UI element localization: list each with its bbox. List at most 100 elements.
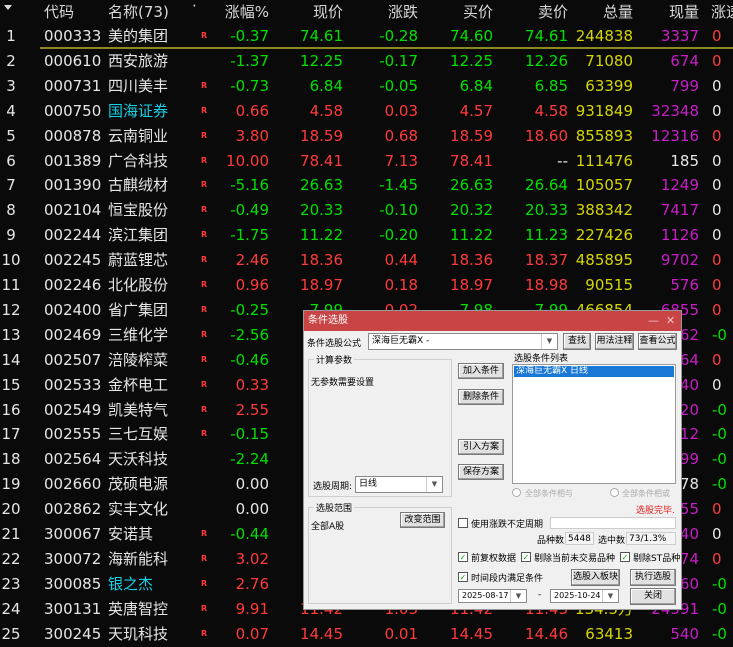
table-row[interactable]: 10 002245 蔚蓝锂芯 R 2.46 18.36 0.44 18.36 18.37 4858… — [0, 248, 733, 273]
current-volume: 674 — [670, 51, 699, 70]
row-number: 25 — [1, 624, 21, 643]
date-to-value: 2025-10-24 — [554, 591, 601, 600]
table-row[interactable]: 9 002244 滨江集团 R -1.75 11.22 -0.20 11.22 11.23 227… — [0, 223, 733, 248]
find-button[interactable]: 查找 — [563, 333, 591, 350]
rise-speed: 0 — [712, 375, 722, 394]
execute-button[interactable]: 执行选股 — [630, 569, 676, 586]
exclude-st-checkbox[interactable]: ✓ — [620, 552, 630, 562]
table-row[interactable]: 8 002104 恒宝股份 R -0.49 20.33 -0.10 20.32 20.33 388… — [0, 198, 733, 223]
table-row[interactable]: 25 300245 天玑科技 R 0.07 14.45 0.01 14.45 14.46 6341… — [0, 622, 733, 647]
scope-group-label: 选股范围 — [314, 501, 355, 514]
table-row[interactable]: 2 000610 西安旅游 -1.37 12.25 -0.17 12.25 12.26 7108… — [0, 49, 733, 74]
use-period-checkbox[interactable] — [458, 518, 468, 528]
row-number: 20 — [1, 500, 21, 519]
cell-bid: 6.84 — [459, 76, 493, 95]
stock-code: 002564 — [44, 450, 102, 469]
view-formula-button[interactable]: 查看公式 — [638, 333, 677, 350]
delete-condition-button[interactable]: 删除条件 — [458, 389, 504, 405]
col-header-chg[interactable]: 涨跌 — [355, 0, 418, 24]
change-percent: -0.44 — [230, 525, 269, 543]
import-plan-button[interactable]: 引入方案 — [458, 439, 504, 455]
close-button[interactable]: 关闭 — [630, 588, 676, 605]
table-row[interactable]: 11 002246 北化股份 R 0.96 18.97 0.18 18.97 18.98 9051… — [0, 273, 733, 298]
save-plan-button[interactable]: 保存方案 — [458, 464, 504, 480]
dialog-title: 条件选股 — [308, 315, 348, 326]
change-scope-button[interactable]: 改变范围 — [400, 512, 445, 528]
change-percent: -5.16 — [230, 176, 269, 195]
cell-price: 11.22 — [300, 226, 343, 245]
stock-name: 蔚蓝锂芯 — [108, 251, 169, 270]
stock-code: 001389 — [44, 151, 102, 170]
col-header-code[interactable]: 代码 — [44, 0, 74, 24]
cell-chg: -0.05 — [379, 76, 418, 95]
cell-chg: -1.45 — [379, 176, 418, 195]
rise-speed: 0 — [712, 176, 722, 195]
time-range-checkbox[interactable]: ✓ — [458, 572, 468, 582]
cell-bid: 4.57 — [459, 101, 493, 120]
add-condition-button[interactable]: 加入条件 — [458, 363, 504, 379]
total-volume: 388342 — [575, 201, 633, 220]
total-volume: 485895 — [575, 251, 633, 270]
use-period-label: 使用涨跌不定周期 — [471, 520, 544, 530]
cell-chg: -0.28 — [379, 27, 418, 45]
col-header-bid[interactable]: 买价 — [430, 0, 493, 24]
rise-speed: 0 — [712, 549, 722, 568]
usage-button[interactable]: 用法注释 — [595, 333, 634, 350]
exclude-untraded-checkbox[interactable]: ✓ — [521, 552, 531, 562]
condition-list[interactable]: 深海巨无霸X 日线 — [512, 364, 676, 484]
stock-code: 002862 — [44, 500, 102, 519]
close-icon[interactable]: ✕ — [666, 314, 675, 327]
col-header-ask[interactable]: 卖价 — [505, 0, 568, 24]
col-header-vol[interactable]: 总量 — [570, 0, 633, 24]
prev-adjust-checkbox[interactable]: ✓ — [458, 552, 468, 562]
stock-name: 西安旅游 — [108, 51, 169, 70]
table-row[interactable]: 5 000878 云南铜业 R 3.80 18.59 0.68 18.59 18.60 85589… — [0, 124, 733, 149]
col-header-price[interactable]: 现价 — [280, 0, 343, 24]
cell-ask: 14.46 — [525, 624, 568, 643]
stock-code: 300245 — [44, 624, 102, 643]
stock-code: 002246 — [44, 276, 102, 294]
stock-name: 银之杰 — [108, 574, 154, 593]
add-to-block-button[interactable]: 选股入板块 — [571, 569, 620, 586]
cell-price: 18.36 — [300, 251, 343, 270]
condition-list-item[interactable]: 深海巨无霸X 日线 — [514, 366, 674, 377]
current-volume: 7417 — [660, 201, 699, 220]
table-row[interactable]: 6 001389 广合科技 R 10.00 78.41 7.13 78.41 -- 111476 1… — [0, 149, 733, 174]
current-volume: 32348 — [651, 101, 699, 120]
dialog-title-bar[interactable]: 条件选股 — [304, 311, 681, 331]
table-row[interactable]: 1 000333 美的集团 R -0.37 74.61 -0.28 74.60 74.61 244… — [0, 24, 733, 49]
period-input[interactable] — [550, 517, 676, 529]
cell-ask: 4.58 — [534, 101, 568, 120]
cell-ask: 26.64 — [525, 176, 568, 195]
col-header-name[interactable]: 名称(73) — [108, 0, 169, 24]
row-number: 19 — [1, 475, 21, 494]
row-number: 21 — [1, 525, 21, 543]
minimize-icon[interactable]: — — [648, 314, 659, 327]
change-percent: -2.24 — [230, 450, 269, 469]
period-select[interactable]: 日线 ▼ — [355, 476, 443, 493]
prev-adjust-label: 前复权数据 — [471, 554, 517, 564]
cell-ask: -- — [557, 151, 568, 170]
sort-triangle-down-icon[interactable] — [4, 5, 12, 10]
total-volume: 111476 — [575, 151, 633, 170]
row-number: 3 — [6, 76, 16, 95]
col-header-speed[interactable]: 涨速 — [711, 0, 733, 24]
radio-all-or[interactable] — [610, 488, 619, 497]
date-from-picker[interactable]: 2025-08-17 ▼ — [458, 589, 527, 603]
cell-chg: -0.10 — [379, 201, 418, 220]
table-row[interactable]: 4 000750 国海证券 R 0.66 4.58 0.03 4.57 4.58 931849 32… — [0, 99, 733, 124]
total-volume: 90515 — [585, 276, 633, 294]
table-row[interactable]: 3 000731 四川美丰 R -0.73 6.84 -0.05 6.84 6.85 63399 7… — [0, 74, 733, 99]
col-header-cur[interactable]: 现量 — [636, 0, 699, 24]
rise-speed: -0 — [712, 325, 727, 344]
radio-all-or-label: 全部条件相或 — [622, 489, 670, 498]
formula-select[interactable]: 深海巨无霸X - ▼ — [368, 333, 558, 350]
change-percent: -0.15 — [230, 425, 269, 444]
col-header-pct[interactable]: 涨幅% — [200, 0, 269, 24]
radio-all-and[interactable] — [512, 488, 521, 497]
date-to-picker[interactable]: 2025-10-24 ▼ — [550, 589, 619, 603]
table-row[interactable]: 7 001390 古麒绒材 R -5.16 26.63 -1.45 26.63 26.64 105… — [0, 173, 733, 198]
row-number: 15 — [1, 375, 21, 394]
rise-speed: 0 — [712, 276, 722, 294]
rise-speed: 0 — [712, 101, 722, 120]
